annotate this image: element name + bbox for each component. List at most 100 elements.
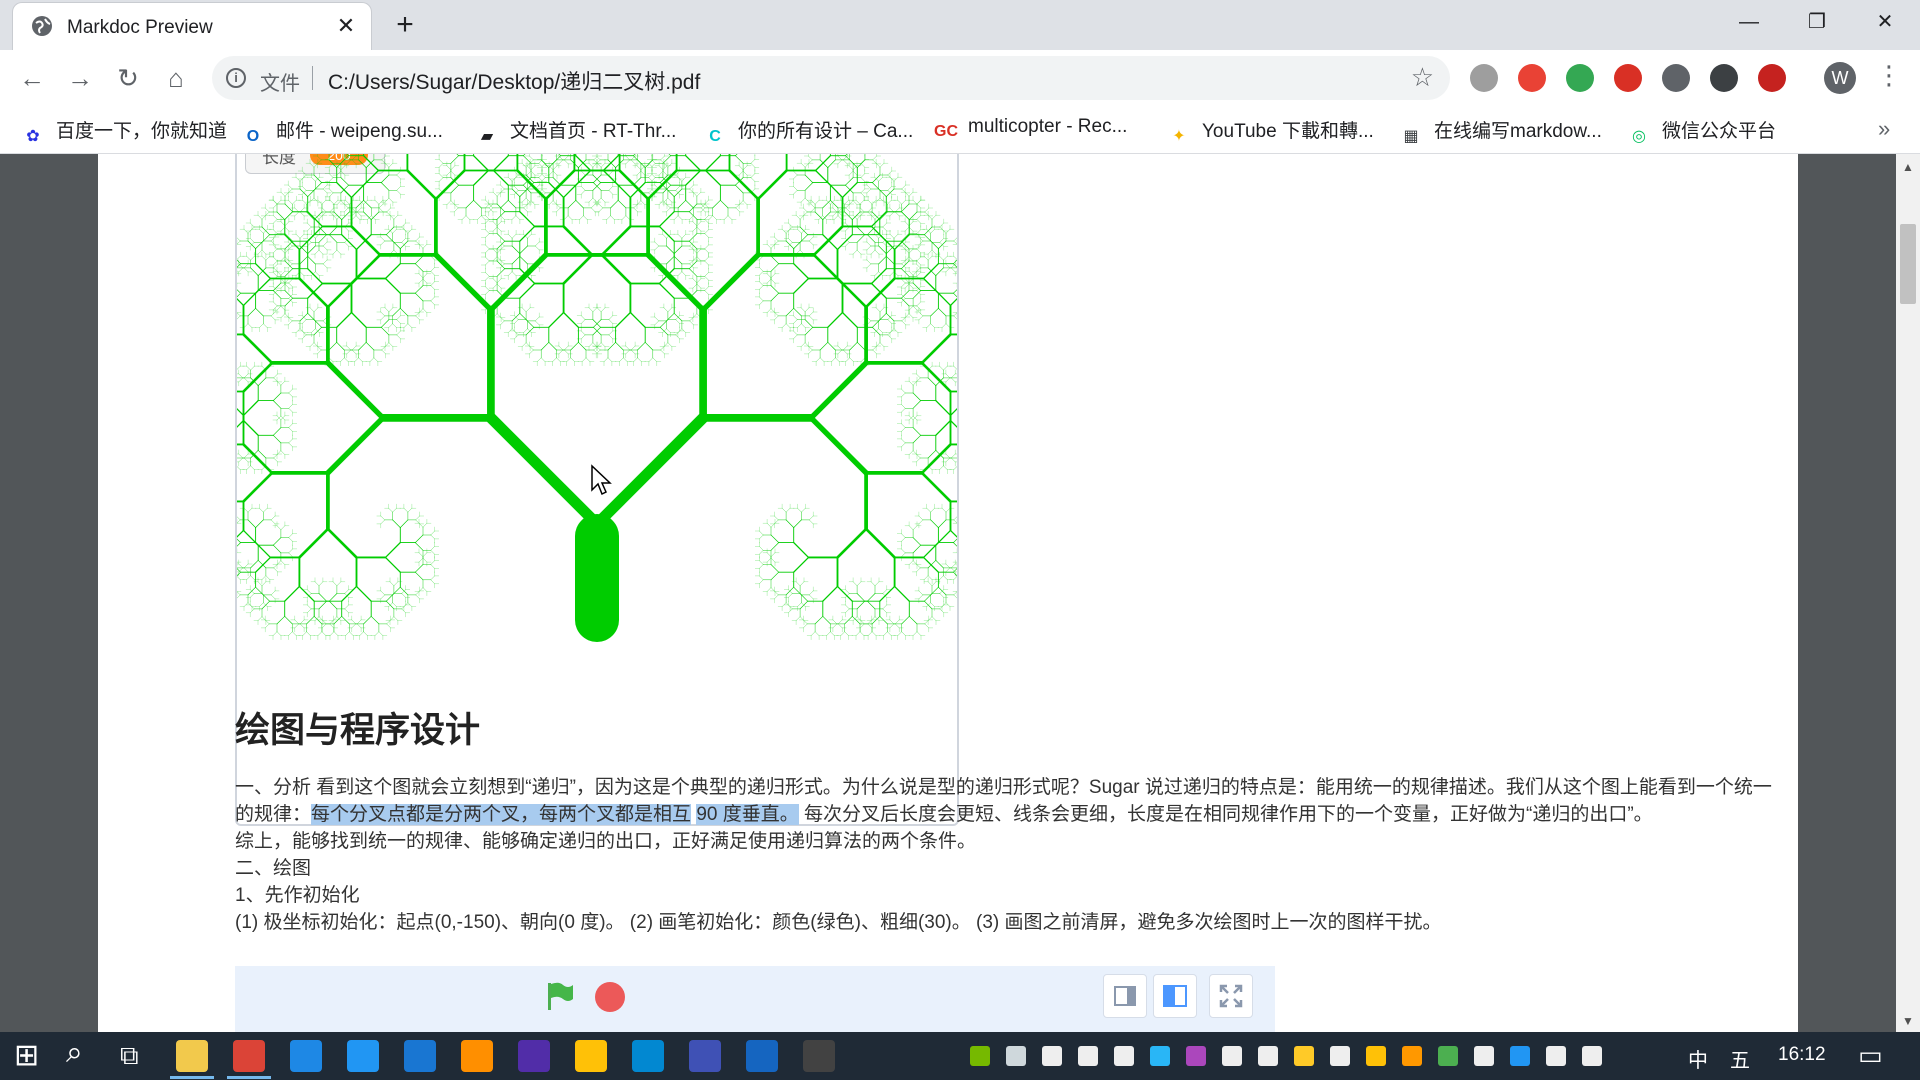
book-icon: ▰ <box>480 128 494 145</box>
tab-title: Markdoc Preview <box>67 17 213 38</box>
bookmark-star-icon[interactable]: ☆ <box>1411 62 1434 93</box>
address-bar[interactable]: i 文件 C:/Users/Sugar/Desktop/递归二叉树.pdf ☆ <box>212 56 1450 100</box>
qr-icon: ▦ <box>1403 128 1419 145</box>
bookmark-item[interactable]: ✿ 百度一下，你就知道 <box>22 116 228 145</box>
tab-close-icon[interactable]: ✕ <box>333 13 359 39</box>
document-viewer: 长度 200 绘图与程序设计 一、分析 看到这个图就会立刻想到“递归”，因为这是… <box>0 154 1920 1032</box>
tray-icon[interactable] <box>1366 1046 1386 1066</box>
bookmark-item[interactable]: GC multicopter - Rec... <box>934 116 1127 142</box>
adblock-icon[interactable] <box>1614 64 1642 92</box>
scroll-thumb[interactable] <box>1900 224 1916 304</box>
file-explorer-icon[interactable] <box>176 1040 208 1072</box>
app-icon[interactable] <box>632 1040 664 1072</box>
globe-extension-icon[interactable] <box>1566 64 1594 92</box>
scroll-up-arrow-icon[interactable]: ▲ <box>1902 160 1914 174</box>
clock[interactable]: 16:12 <box>1778 1044 1826 1066</box>
bookmark-label: 微信公众平台 <box>1662 121 1777 142</box>
app-icon[interactable] <box>461 1040 493 1072</box>
tray-icon[interactable] <box>1258 1046 1278 1066</box>
fullscreen-button[interactable] <box>1209 974 1253 1018</box>
tray-icon[interactable] <box>1006 1046 1026 1066</box>
powershell-icon[interactable] <box>746 1040 778 1072</box>
bookmark-item[interactable]: ◎ 微信公众平台 <box>1628 116 1777 145</box>
app-icon[interactable] <box>803 1040 835 1072</box>
tray-icon[interactable] <box>1186 1046 1206 1066</box>
close-window-button[interactable]: ✕ <box>1850 0 1920 44</box>
bookmark-label: YouTube 下載和轉... <box>1202 121 1374 142</box>
app-icon[interactable] <box>404 1040 436 1072</box>
document-body: 一、分析 看到这个图就会立刻想到“递归”，因为这是个典型的递归形式。为什么说是型… <box>235 774 1775 936</box>
start-button[interactable]: ⊞ <box>14 1038 39 1073</box>
extension-gray-icon[interactable] <box>1470 64 1498 92</box>
running-indicator <box>170 1076 214 1079</box>
tray-icon[interactable] <box>1150 1046 1170 1066</box>
profile-avatar[interactable]: W <box>1824 62 1856 94</box>
large-stage-button[interactable] <box>1153 974 1197 1018</box>
tray-icon[interactable] <box>1438 1046 1458 1066</box>
bookmark-item[interactable]: ▦ 在线编写markdow... <box>1400 116 1601 145</box>
search-icon[interactable]: ⌕ <box>66 1036 83 1070</box>
tray-icon[interactable] <box>1078 1046 1098 1066</box>
tray-icon[interactable] <box>970 1046 990 1066</box>
stop-icon[interactable] <box>595 982 625 1012</box>
app-icon[interactable] <box>347 1040 379 1072</box>
browser-menu-icon[interactable]: ⋮ <box>1876 60 1902 91</box>
chrome-icon[interactable] <box>233 1040 265 1072</box>
task-view-icon[interactable]: ⧉ <box>120 1040 139 1072</box>
tray-icon[interactable] <box>1042 1046 1062 1066</box>
tray-icon[interactable] <box>1546 1046 1566 1066</box>
color-picker-icon[interactable] <box>1518 64 1546 92</box>
info-icon[interactable]: i <box>226 68 246 88</box>
home-button[interactable]: ⌂ <box>160 62 192 94</box>
scroll-down-arrow-icon[interactable]: ▼ <box>1902 1014 1914 1028</box>
small-stage-icon <box>1114 986 1136 1006</box>
restore-button[interactable]: ❐ <box>1782 0 1852 44</box>
app-icon[interactable] <box>575 1040 607 1072</box>
new-tab-button[interactable]: + <box>386 8 424 44</box>
baidu-icon: ✿ <box>26 128 40 145</box>
paragraph-step-init: 1、先作初始化 <box>235 885 360 906</box>
bookmark-item[interactable]: ✦ YouTube 下載和轉... <box>1168 116 1374 145</box>
tray-icon[interactable] <box>1222 1046 1242 1066</box>
paragraph-heading-drawing: 二、绘图 <box>235 858 312 879</box>
tab-strip: Markdoc Preview ✕ + — ❐ ✕ <box>0 0 1920 50</box>
vertical-scrollbar[interactable]: ▲ ▼ <box>1896 154 1920 1032</box>
bookmarks-overflow-icon[interactable]: » <box>1878 116 1890 142</box>
tray-icon[interactable] <box>1330 1046 1350 1066</box>
tray-icon[interactable] <box>1114 1046 1134 1066</box>
bookmark-item[interactable]: O 邮件 - weipeng.su... <box>242 116 443 145</box>
incognito-extension-icon[interactable] <box>1662 64 1690 92</box>
bookmark-item[interactable]: ▰ 文档首页 - RT-Thr... <box>476 116 677 145</box>
globe-icon <box>32 16 52 36</box>
url-text[interactable]: C:/Users/Sugar/Desktop/递归二叉树.pdf <box>328 66 700 96</box>
reload-button[interactable]: ↻ <box>112 62 144 94</box>
green-flag-icon[interactable] <box>543 980 575 1012</box>
tray-icon[interactable] <box>1294 1046 1314 1066</box>
browser-tab-active[interactable]: Markdoc Preview ✕ <box>12 2 372 50</box>
shield-extension-icon[interactable] <box>1710 64 1738 92</box>
bookmark-item[interactable]: C 你的所有设计 – Ca... <box>704 116 913 145</box>
fullscreen-icon <box>1219 984 1243 1008</box>
tray-icon[interactable] <box>1474 1046 1494 1066</box>
edge-icon[interactable] <box>290 1040 322 1072</box>
notification-center-icon[interactable]: ▭ <box>1858 1040 1883 1071</box>
forward-button[interactable]: → <box>64 62 96 94</box>
tray-icon[interactable] <box>1402 1046 1422 1066</box>
bug-extension-icon[interactable] <box>1758 64 1786 92</box>
selected-text[interactable]: 90 度垂直。 <box>696 804 799 825</box>
back-button[interactable]: ← <box>16 62 48 94</box>
bookmark-label: 百度一下，你就知道 <box>56 121 228 142</box>
small-stage-button[interactable] <box>1103 974 1147 1018</box>
section-title: 绘图与程序设计 <box>235 711 481 751</box>
windows-taskbar: ⊞ ⌕ ⧉ 中 五 16:12 ▭ <box>0 1032 1920 1080</box>
tray-icon[interactable] <box>1582 1046 1602 1066</box>
obs-icon[interactable] <box>518 1040 550 1072</box>
code-editor-icon[interactable] <box>689 1040 721 1072</box>
ime-language-indicator[interactable]: 中 <box>1688 1044 1708 1073</box>
tray-icon[interactable] <box>1510 1046 1530 1066</box>
ime-mode-indicator[interactable]: 五 <box>1730 1044 1750 1073</box>
minimize-button[interactable]: — <box>1714 0 1784 44</box>
selected-text[interactable]: 每个分叉点都是分两个叉，每两个叉都是相互 <box>311 804 692 825</box>
paragraph-init-details: (1) 极坐标初始化：起点(0,-150)、朝向(0 度)。 (2) 画笔初始化… <box>235 912 1442 933</box>
url-separator <box>312 66 313 90</box>
